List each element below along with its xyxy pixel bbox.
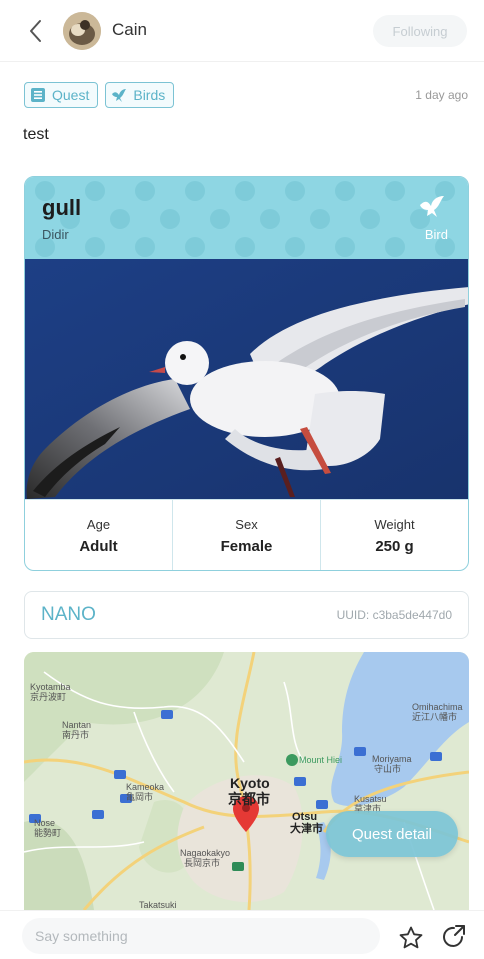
star-icon[interactable]: [398, 925, 424, 951]
map-label: 能勢町: [34, 827, 61, 838]
bird-icon: [420, 196, 444, 217]
map-label-city: 大津市: [290, 821, 323, 835]
stat-weight: Weight 250 g: [321, 500, 468, 570]
chevron-left-icon: [30, 20, 41, 42]
stat-label: Weight: [374, 517, 415, 532]
map-label-city: 京都市: [228, 791, 270, 807]
stat-value: Female: [220, 538, 273, 555]
comment-input[interactable]: Say something: [22, 918, 380, 954]
back-button[interactable]: [22, 16, 48, 46]
map-label: Nose: [34, 818, 55, 828]
map-label: Takatsuki: [139, 900, 177, 910]
bird-photo: [25, 259, 468, 499]
map-label: 南丹市: [62, 729, 89, 740]
map-label: 守山市: [374, 763, 401, 774]
map-label: Mount Hiei: [299, 755, 342, 765]
map-label: Moriyama: [372, 754, 412, 764]
username[interactable]: Cain: [112, 20, 147, 40]
map-label: Omihachima: [412, 702, 463, 712]
map-view[interactable]: Kyotamba 京丹波町 Nantan 南丹市 Kameoka 亀岡市 Nos…: [24, 652, 469, 910]
bird-name: gull: [42, 195, 82, 220]
stat-label: Age: [86, 517, 111, 532]
map-label: 長岡京市: [184, 857, 220, 868]
tag-birds[interactable]: Birds: [105, 82, 175, 108]
tag-label: Quest: [52, 87, 90, 103]
post-time: 1 day ago: [415, 88, 468, 102]
map-label: 近江八幡市: [412, 711, 457, 722]
map-label-city: Kyoto: [230, 775, 270, 791]
bird-icon: [111, 87, 127, 103]
map-label: Kusatsu: [354, 794, 387, 804]
top-bar: Cain Following: [0, 0, 484, 62]
bird-card[interactable]: gull Didir Bird Age Adult Sex Female Wei…: [24, 176, 469, 571]
post-text: test: [23, 126, 49, 143]
map-label: Nantan: [62, 720, 91, 730]
stat-age: Age Adult: [25, 500, 173, 570]
map-label-city: Otsu: [292, 811, 317, 823]
bird-card-header: gull Didir Bird: [25, 177, 468, 259]
tag-list: Quest Birds: [24, 82, 175, 108]
map-label: Nagaokakyo: [180, 848, 230, 858]
tag-quest[interactable]: Quest: [24, 82, 99, 108]
stat-value: Adult: [79, 538, 118, 555]
bird-stats: Age Adult Sex Female Weight 250 g: [25, 499, 468, 570]
map-label: Kyotamba: [30, 682, 71, 692]
tag-label: Birds: [133, 87, 166, 103]
nano-device-card[interactable]: NANO UUID: c3ba5de447d0: [24, 591, 469, 639]
following-button[interactable]: Following: [373, 15, 467, 47]
comment-bar: Say something: [0, 910, 484, 959]
quest-detail-button[interactable]: Quest detail: [326, 811, 458, 857]
map-label: Kameoka: [126, 782, 164, 792]
map-label: 亀岡市: [126, 791, 153, 802]
bird-subtitle: Didir: [42, 227, 69, 242]
nano-label: NANO: [41, 604, 96, 625]
header-pattern: [35, 181, 455, 257]
bird-type-label: Bird: [424, 227, 448, 242]
stat-value: 250 g: [375, 538, 414, 555]
map-label: 京丹波町: [30, 691, 66, 702]
list-icon: [30, 87, 46, 103]
share-icon[interactable]: [440, 923, 468, 951]
uuid-text: UUID: c3ba5de447d0: [336, 608, 452, 622]
avatar[interactable]: [63, 12, 101, 50]
stat-sex: Sex Female: [173, 500, 321, 570]
stat-label: Sex: [235, 517, 258, 532]
